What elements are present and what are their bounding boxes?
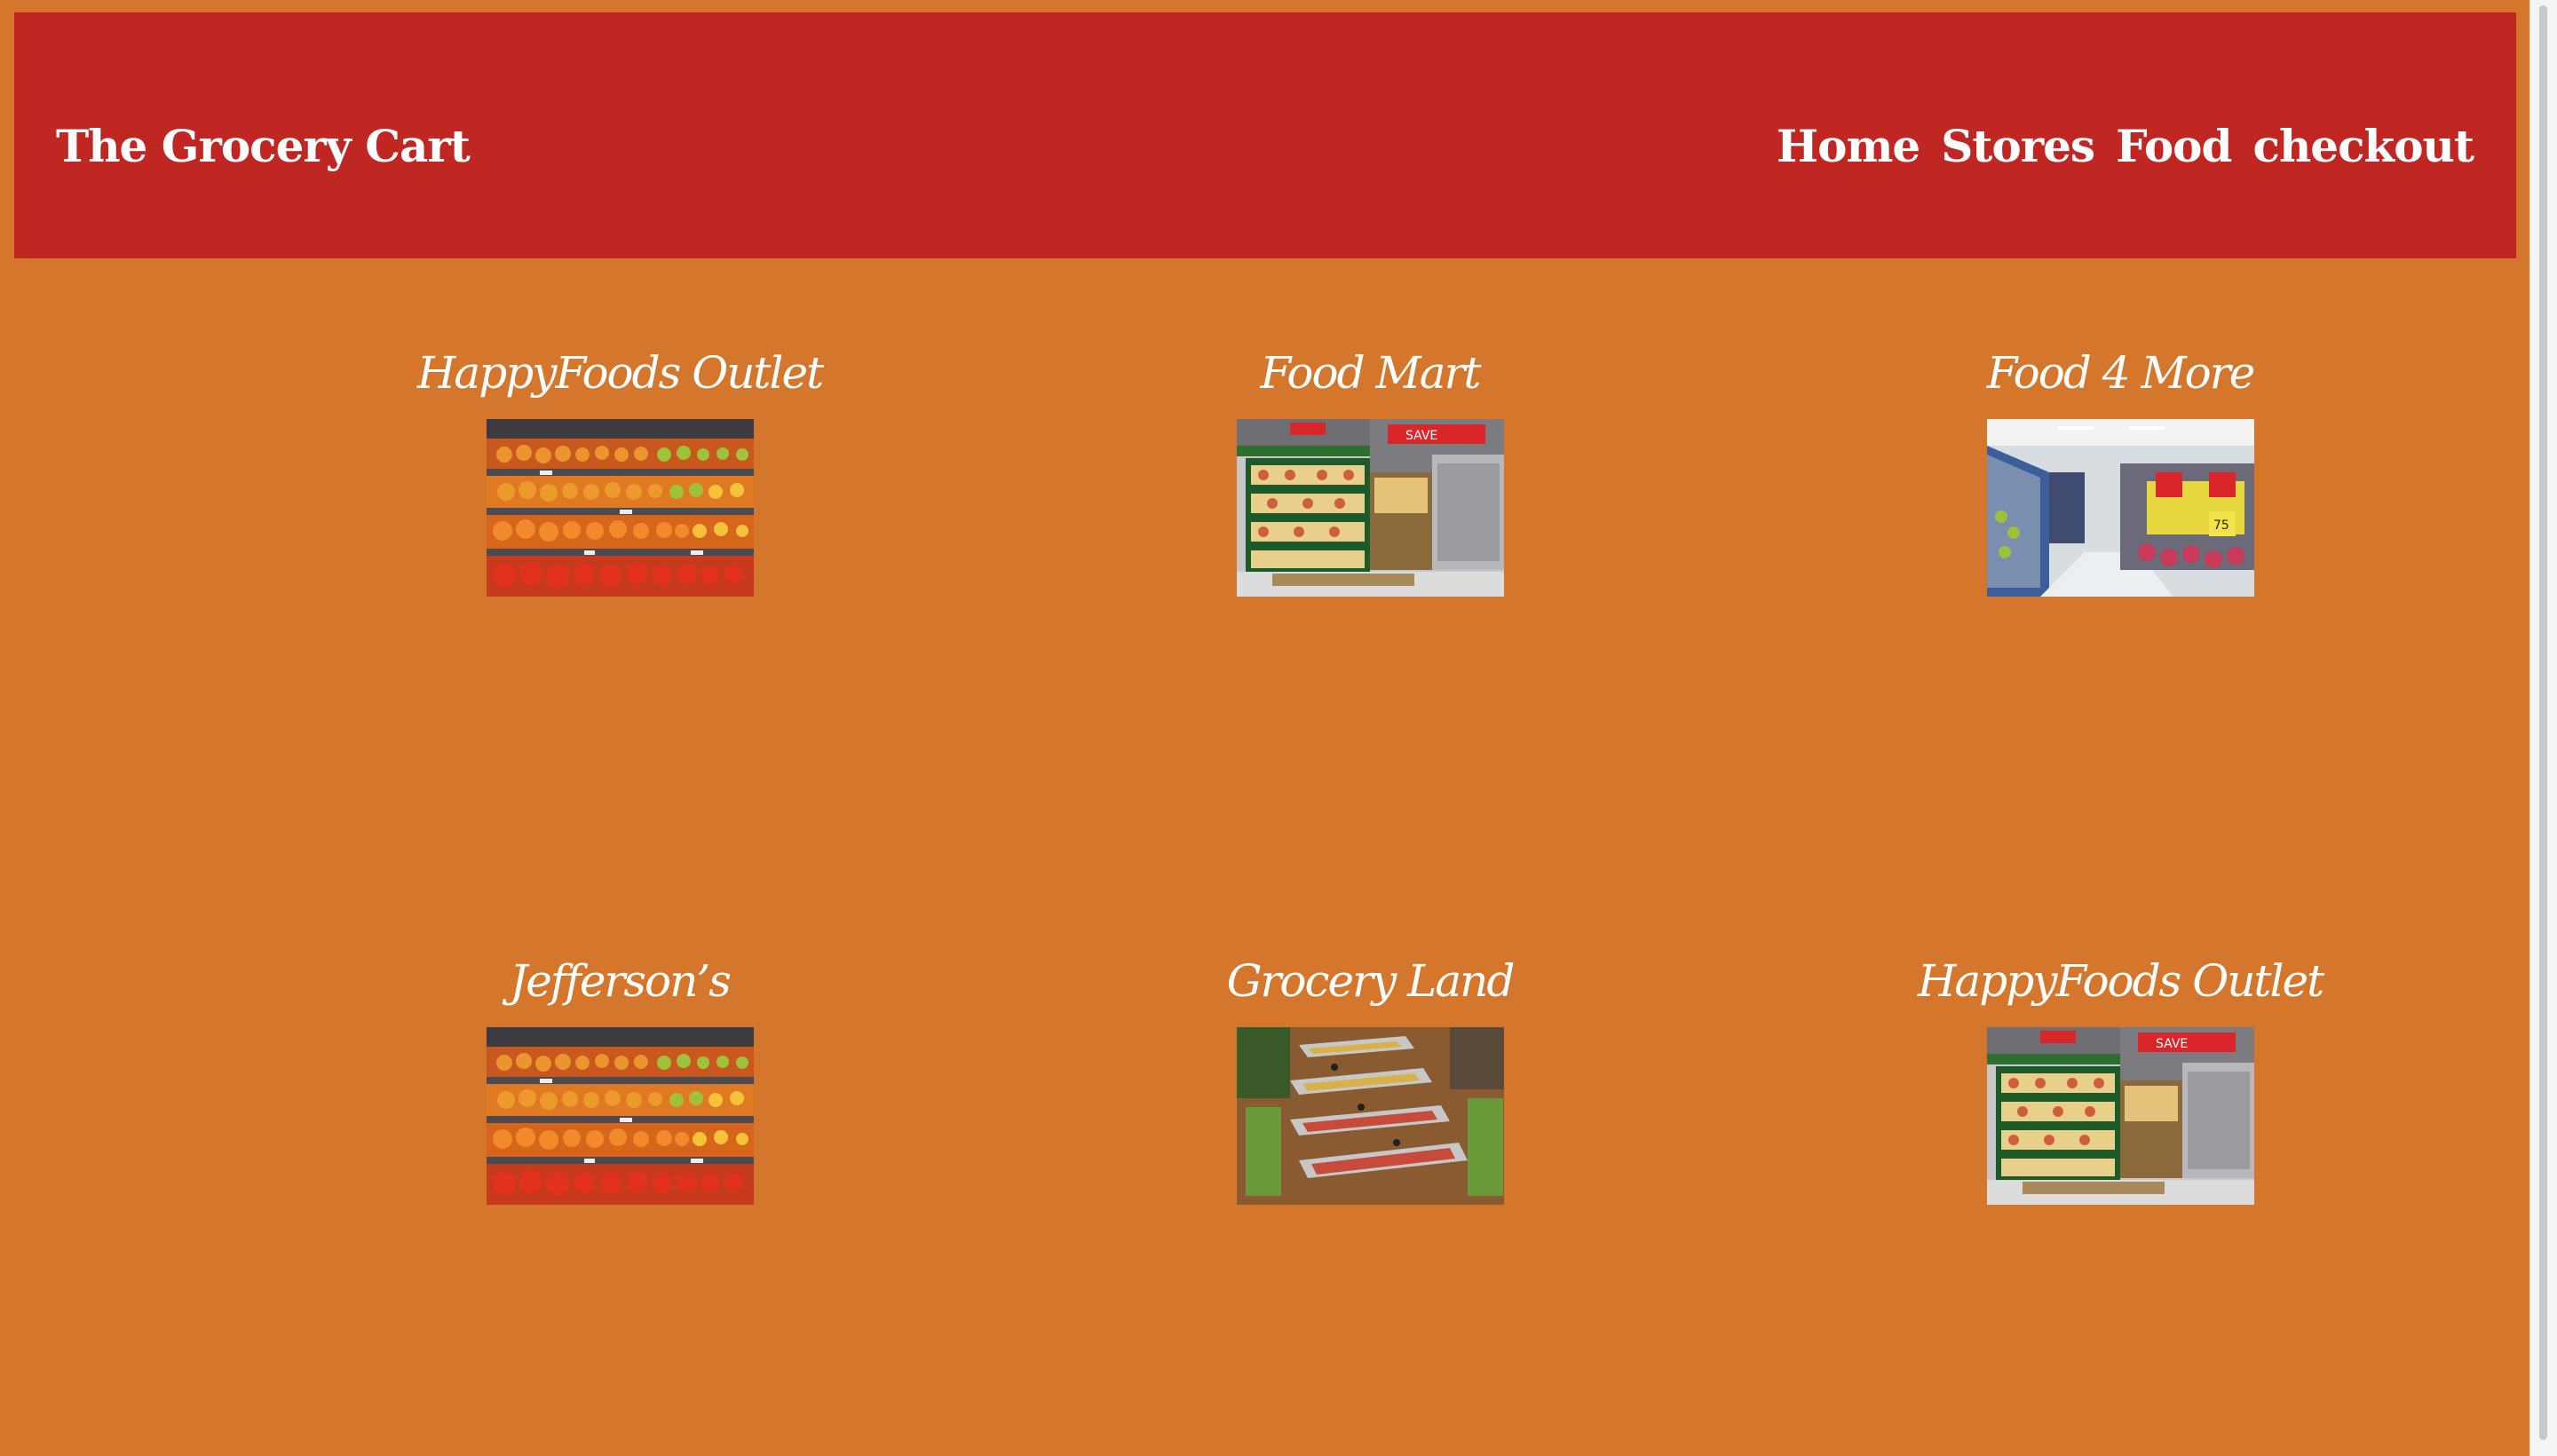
vertical-scrollbar[interactable]: [2529, 0, 2557, 1456]
store-card: Grocery Land: [1059, 950, 1681, 1205]
store-card: Food Mart: [1059, 342, 1681, 597]
store-name[interactable]: Jefferson’s: [309, 950, 930, 1016]
store-image[interactable]: [1987, 419, 2254, 597]
store-name[interactable]: Food 4 More: [1809, 342, 2431, 408]
store-card: HappyFoods Outlet: [1809, 950, 2431, 1205]
store-card: Food 4 More: [1809, 342, 2431, 597]
store-image[interactable]: [1987, 1027, 2254, 1205]
store-name[interactable]: HappyFoods Outlet: [1809, 950, 2431, 1016]
nav-link-food[interactable]: Food: [2116, 115, 2232, 178]
store-image[interactable]: [487, 1027, 754, 1205]
store-card: Jefferson’s: [309, 950, 930, 1205]
store-card: HappyFoods Outlet: [309, 342, 930, 597]
store-name[interactable]: Food Mart: [1059, 342, 1681, 408]
page: The Grocery Cart Home Stores Food checko…: [0, 0, 2530, 1456]
nav-link-checkout[interactable]: checkout: [2253, 115, 2474, 178]
store-image[interactable]: [1237, 419, 1504, 597]
store-image[interactable]: [1237, 1027, 1504, 1205]
store-name[interactable]: Grocery Land: [1059, 950, 1681, 1016]
store-image[interactable]: [487, 419, 754, 597]
scrollbar-thumb[interactable]: [2539, 5, 2547, 1440]
nav-link-stores[interactable]: Stores: [1941, 115, 2095, 178]
site-title[interactable]: The Grocery Cart: [56, 115, 471, 178]
store-name[interactable]: HappyFoods Outlet: [309, 342, 930, 408]
nav-link-home[interactable]: Home: [1777, 115, 1920, 178]
main-nav: Home Stores Food checkout: [1777, 115, 2474, 178]
top-navigation-bar: The Grocery Cart Home Stores Food checko…: [14, 12, 2516, 258]
